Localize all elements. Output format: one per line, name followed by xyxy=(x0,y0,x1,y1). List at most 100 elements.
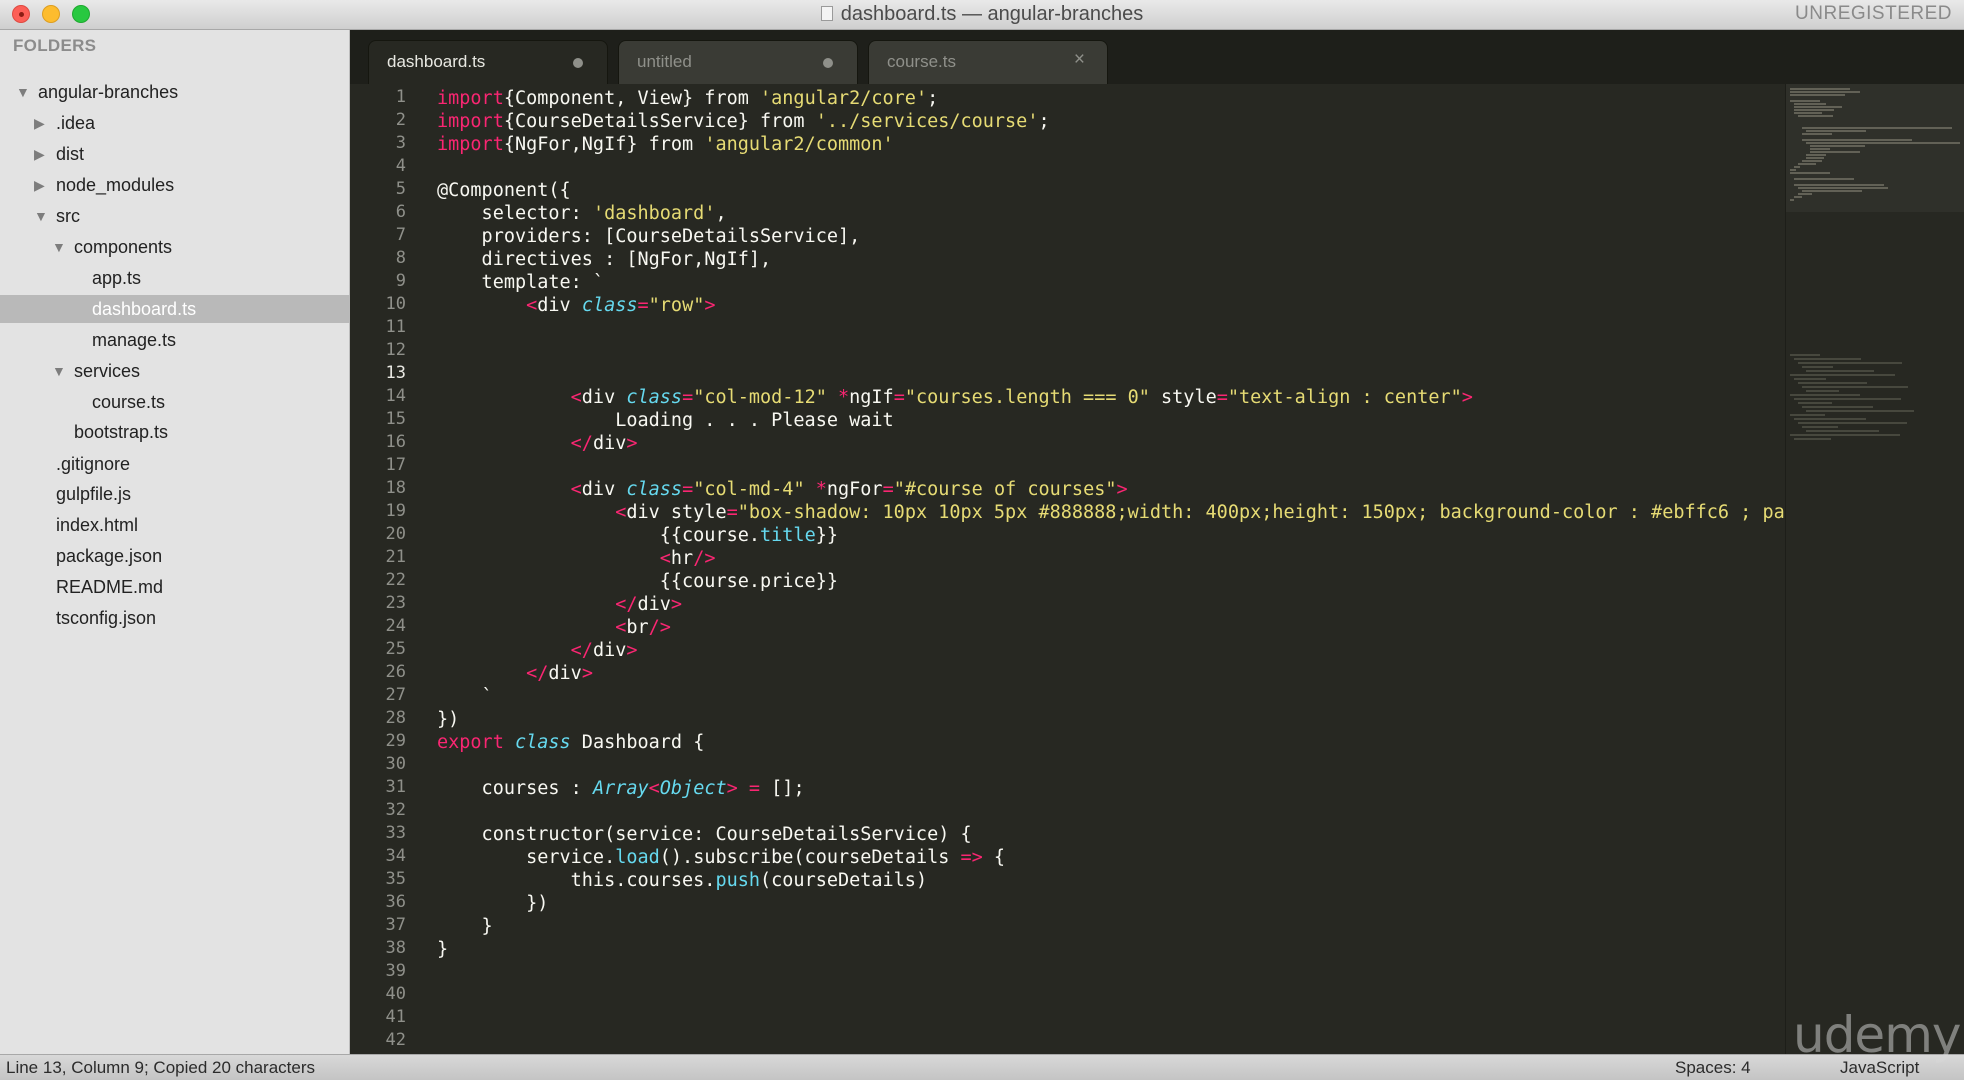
tree-item-dashboard-ts[interactable]: dashboard.ts xyxy=(0,295,350,323)
tree-item-dist[interactable]: ▶ dist xyxy=(0,140,350,168)
line-number: 15 xyxy=(385,409,406,429)
code-token: directives : [NgFor,NgIf], xyxy=(437,249,772,270)
minimap-line xyxy=(1794,378,1826,380)
minimap-line xyxy=(1802,190,1862,192)
tree-item-services[interactable]: ▼ services xyxy=(0,357,350,385)
sidebar: FOLDERS ▼ angular-branches ▶ .idea ▶ dist ▶ nod… xyxy=(0,30,350,1054)
minimap-line xyxy=(1802,386,1908,388)
code-token: } xyxy=(437,916,493,937)
code-token: < xyxy=(570,387,582,408)
code-token: div xyxy=(537,295,582,316)
code-token: div xyxy=(548,663,582,684)
line-number: 24 xyxy=(385,616,406,636)
tree-item-label: dist xyxy=(56,144,85,164)
line-number: 6 xyxy=(395,202,406,222)
disclosure-expanded-icon[interactable]: ▼ xyxy=(16,78,30,106)
tree-item-gulpfile-js[interactable]: gulpfile.js xyxy=(0,480,350,508)
minimap-line xyxy=(1810,148,1830,150)
code-line: service.load().subscribe(courseDetails =… xyxy=(437,846,1005,869)
code-line: import{Component, View} from 'angular2/c… xyxy=(437,87,938,110)
tree-item-src[interactable]: ▼ src xyxy=(0,202,350,230)
disclosure-expanded-icon[interactable]: ▼ xyxy=(52,357,66,385)
tree-item-manage-ts[interactable]: manage.ts xyxy=(0,326,350,354)
tree-item-package-json[interactable]: package.json xyxy=(0,542,350,570)
disclosure-expanded-icon[interactable]: ▼ xyxy=(34,202,48,230)
code-token: * xyxy=(804,479,827,500)
status-bar: Line 13, Column 9; Copied 20 characters … xyxy=(0,1054,1964,1080)
code-line: Loading . . . Please wait xyxy=(437,409,893,432)
line-number: 9 xyxy=(395,271,406,291)
code-line: export class Dashboard { xyxy=(437,731,704,754)
tab-dashboard-ts[interactable]: dashboard.ts xyxy=(368,40,608,84)
code-token: {CourseDetailsService} from xyxy=(503,111,816,132)
code-token: template: ` xyxy=(437,272,605,293)
minimap-line xyxy=(1806,142,1960,144)
code-line: </div> xyxy=(437,639,638,662)
minimap[interactable] xyxy=(1785,84,1964,1054)
tree-item-gitignore[interactable]: .gitignore xyxy=(0,450,350,478)
minimap-line xyxy=(1790,88,1850,90)
tree-item-readme-md[interactable]: README.md xyxy=(0,573,350,601)
tree-item-label: .gitignore xyxy=(56,454,131,474)
tree-item-label: tsconfig.json xyxy=(56,608,157,628)
code-editor[interactable]: import{Component, View} from 'angular2/c… xyxy=(430,84,1785,1054)
tree-item-idea[interactable]: ▶ .idea xyxy=(0,109,350,137)
code-token: {NgFor,NgIf} from xyxy=(503,134,705,155)
disclosure-collapsed-icon[interactable]: ▶ xyxy=(34,171,45,199)
code-line: } xyxy=(437,938,448,961)
unsaved-dot-icon[interactable] xyxy=(823,58,833,68)
minimap-line xyxy=(1794,196,1802,198)
unsaved-dot-icon[interactable] xyxy=(573,58,583,68)
line-number: 34 xyxy=(385,846,406,866)
disclosure-expanded-icon[interactable]: ▼ xyxy=(52,233,66,261)
line-number: 12 xyxy=(385,340,406,360)
tree-item-components[interactable]: ▼ components xyxy=(0,233,350,261)
line-number: 20 xyxy=(385,524,406,544)
tree-item-node-modules[interactable]: ▶ node_modules xyxy=(0,171,350,199)
minimap-line xyxy=(1794,112,1822,114)
tree-item-angular-branches[interactable]: ▼ angular-branches xyxy=(0,78,350,106)
close-tab-icon[interactable]: × xyxy=(1074,49,1085,71)
tree-item-label: gulpfile.js xyxy=(56,484,132,504)
tab-label: course.ts xyxy=(887,52,956,71)
tree-item-bootstrap-ts[interactable]: bootstrap.ts xyxy=(0,418,350,446)
tree-item-course-ts[interactable]: course.ts xyxy=(0,388,350,416)
code-token: > xyxy=(1116,479,1128,500)
code-token: import xyxy=(437,111,504,132)
minimap-line xyxy=(1798,402,1832,404)
code-token: < xyxy=(615,502,627,523)
code-line: {{course.title}} xyxy=(437,524,838,547)
disclosure-collapsed-icon[interactable]: ▶ xyxy=(34,109,45,137)
minimap-line xyxy=(1790,169,1796,171)
code-token: div xyxy=(581,387,627,408)
tree-item-app-ts[interactable]: app.ts xyxy=(0,264,350,292)
tree-item-tsconfig-json[interactable]: tsconfig.json xyxy=(0,604,350,632)
minimap-line xyxy=(1790,374,1895,376)
tree-item-label: services xyxy=(74,361,141,381)
code-token: "box-shadow: 10px 10px 5px #888888;width… xyxy=(737,502,1785,523)
minimap-line xyxy=(1790,354,1820,356)
code-line: </div> xyxy=(437,662,593,685)
code-token: </ xyxy=(570,640,593,661)
line-number: 23 xyxy=(385,593,406,613)
minimap-line xyxy=(1802,406,1873,408)
tree-item-label: bootstrap.ts xyxy=(74,422,169,442)
minimap-line xyxy=(1790,172,1830,174)
tree-item-index-html[interactable]: index.html xyxy=(0,511,350,539)
line-number: 40 xyxy=(385,984,406,1004)
line-number: 30 xyxy=(385,754,406,774)
indentation-selector[interactable]: Spaces: 4 xyxy=(1675,1058,1751,1078)
tab-untitled[interactable]: untitled xyxy=(618,40,858,84)
disclosure-collapsed-icon[interactable]: ▶ xyxy=(34,140,45,168)
tree-item-label: dashboard.ts xyxy=(92,299,197,319)
code-token: }} xyxy=(815,525,838,546)
code-token: { xyxy=(982,847,1006,868)
tree-item-label: src xyxy=(56,206,80,226)
tab-course-ts[interactable]: course.ts × xyxy=(868,40,1108,84)
minimap-line xyxy=(1802,133,1832,135)
